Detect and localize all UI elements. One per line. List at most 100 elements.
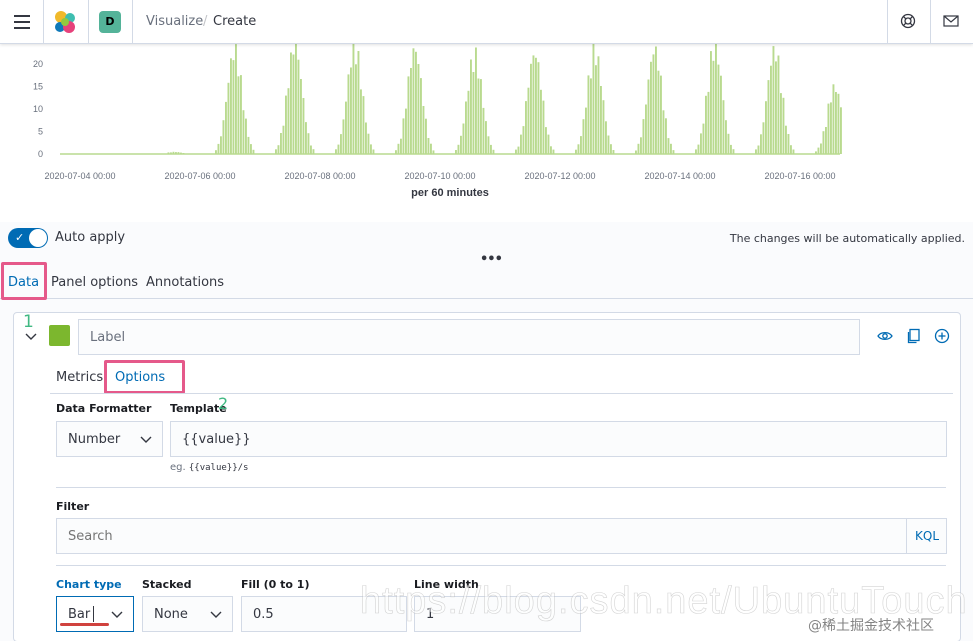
- histogram-bar[interactable]: [660, 75, 662, 154]
- elastic-logo[interactable]: [52, 9, 78, 35]
- histogram-bar[interactable]: [420, 78, 422, 154]
- histogram-bar[interactable]: [172, 151, 175, 154]
- histogram-bar[interactable]: [610, 144, 612, 154]
- histogram-bar[interactable]: [175, 152, 177, 154]
- histogram-bar[interactable]: [700, 133, 702, 154]
- histogram-bar[interactable]: [480, 79, 482, 154]
- histogram-bar[interactable]: [710, 51, 712, 154]
- histogram-bar[interactable]: [722, 100, 725, 154]
- histogram-bar[interactable]: [697, 144, 700, 154]
- histogram-bar[interactable]: [577, 144, 580, 154]
- histogram-bar[interactable]: [550, 146, 552, 154]
- histogram-bar[interactable]: [405, 108, 407, 154]
- histogram-bar[interactable]: [430, 143, 432, 154]
- chart-type-select[interactable]: Bar: [56, 596, 134, 632]
- histogram-bar[interactable]: [662, 110, 665, 154]
- histogram-bar[interactable]: [647, 79, 650, 155]
- histogram-bar[interactable]: [590, 78, 592, 154]
- breadcrumb-visualize[interactable]: Visualize: [146, 14, 203, 29]
- histogram-bar[interactable]: [707, 91, 710, 154]
- histogram-bar[interactable]: [732, 149, 735, 154]
- histogram-bar[interactable]: [357, 51, 360, 154]
- histogram-bar[interactable]: [227, 82, 230, 154]
- histogram-bar[interactable]: [370, 144, 372, 154]
- histogram-bar[interactable]: [312, 149, 315, 154]
- histogram-bar[interactable]: [727, 133, 730, 154]
- histogram-bar[interactable]: [365, 122, 367, 155]
- histogram-bar[interactable]: [372, 149, 375, 155]
- histogram-bar[interactable]: [792, 149, 795, 155]
- histogram-bar[interactable]: [250, 144, 252, 154]
- histogram-bar[interactable]: [825, 127, 827, 154]
- histogram-bar[interactable]: [592, 44, 595, 155]
- histogram-bar[interactable]: [832, 84, 835, 154]
- histogram-bar[interactable]: [522, 126, 525, 154]
- histogram-bar[interactable]: [290, 52, 292, 155]
- histogram-bar[interactable]: [835, 92, 837, 154]
- histogram-bar[interactable]: [352, 44, 355, 154]
- histogram-bar[interactable]: [345, 101, 347, 154]
- histogram-bar[interactable]: [777, 55, 780, 155]
- histogram-bar[interactable]: [295, 44, 297, 154]
- histogram-bar[interactable]: [695, 149, 697, 154]
- histogram-bar[interactable]: [182, 153, 185, 154]
- histogram-bar[interactable]: [652, 54, 655, 154]
- tab-panel-options[interactable]: Panel options: [51, 275, 138, 290]
- histogram-bar[interactable]: [837, 93, 840, 154]
- histogram-bar[interactable]: [492, 149, 495, 154]
- histogram-bar[interactable]: [367, 133, 370, 154]
- kql-button[interactable]: KQL: [906, 518, 947, 554]
- histogram-bar[interactable]: [232, 60, 235, 154]
- histogram-bar[interactable]: [170, 152, 172, 154]
- histogram-bar[interactable]: [650, 61, 652, 154]
- histogram-bar[interactable]: [395, 150, 397, 154]
- histogram-bar[interactable]: [790, 145, 792, 154]
- histogram-bar[interactable]: [402, 118, 405, 154]
- histogram-bar[interactable]: [292, 54, 295, 155]
- histogram-bar[interactable]: [585, 107, 587, 154]
- histogram-bar[interactable]: [772, 46, 775, 154]
- histogram-bar[interactable]: [477, 78, 480, 155]
- subtab-metrics[interactable]: Metrics: [56, 370, 103, 385]
- auto-apply-toggle[interactable]: ✓: [8, 228, 48, 248]
- histogram-bar[interactable]: [225, 101, 227, 154]
- histogram-bar[interactable]: [637, 143, 640, 154]
- histogram-bar[interactable]: [417, 64, 420, 154]
- histogram-bar[interactable]: [177, 152, 180, 154]
- histogram-bar[interactable]: [275, 149, 277, 154]
- space-avatar[interactable]: D: [99, 11, 121, 33]
- histogram-bar[interactable]: [532, 55, 535, 154]
- histogram-bar[interactable]: [640, 137, 642, 154]
- histogram-bar[interactable]: [487, 136, 490, 154]
- data-formatter-select[interactable]: Number: [56, 421, 163, 457]
- histogram-bar[interactable]: [237, 76, 240, 154]
- histogram-bar[interactable]: [462, 123, 465, 155]
- histogram-bar[interactable]: [540, 89, 542, 154]
- histogram-bar[interactable]: [280, 133, 282, 154]
- histogram-bar[interactable]: [465, 101, 467, 155]
- histogram-bar[interactable]: [672, 150, 675, 154]
- histogram-bar[interactable]: [360, 89, 362, 154]
- histogram-bar[interactable]: [715, 44, 717, 154]
- histogram-bar[interactable]: [167, 152, 170, 154]
- histogram-bar[interactable]: [760, 134, 762, 154]
- tab-annotations[interactable]: Annotations: [146, 275, 224, 290]
- series-label-input[interactable]: [78, 319, 860, 355]
- histogram-bar[interactable]: [725, 120, 727, 154]
- histogram-bar[interactable]: [820, 143, 822, 155]
- histogram-bar[interactable]: [342, 119, 345, 154]
- histogram-bar[interactable]: [410, 68, 412, 154]
- histogram-bar[interactable]: [607, 135, 610, 155]
- histogram-bar[interactable]: [415, 51, 417, 154]
- histogram-bar[interactable]: [665, 118, 667, 154]
- histogram-bar[interactable]: [757, 145, 760, 155]
- histogram-bar[interactable]: [712, 60, 715, 154]
- histogram-bar[interactable]: [485, 121, 487, 154]
- histogram-bar[interactable]: [470, 59, 472, 155]
- histogram-bar[interactable]: [587, 75, 590, 154]
- histogram-bar[interactable]: [787, 134, 790, 154]
- histogram-bar[interactable]: [600, 86, 602, 154]
- histogram-bar[interactable]: [355, 64, 357, 154]
- histogram-bar[interactable]: [785, 125, 787, 154]
- histogram-bar[interactable]: [490, 144, 492, 154]
